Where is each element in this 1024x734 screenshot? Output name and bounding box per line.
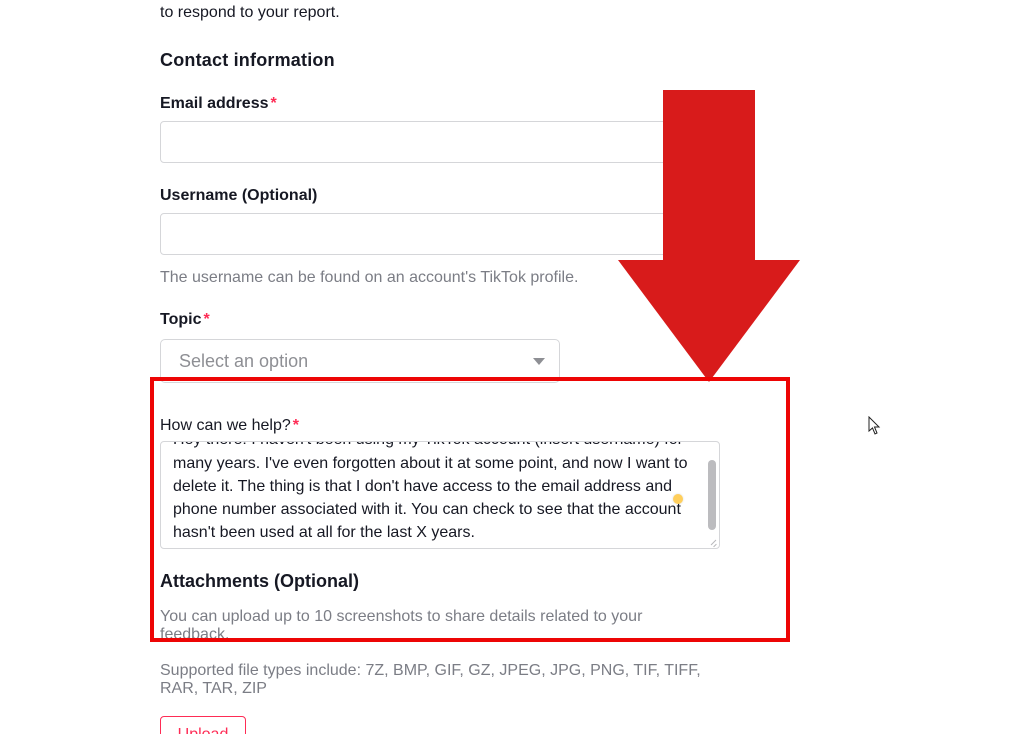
topic-select[interactable]: Select an option — [160, 339, 560, 383]
topic-field-block: Topic* Select an option — [160, 311, 726, 383]
username-input[interactable] — [160, 213, 720, 255]
email-label: Email address — [160, 95, 269, 113]
topic-label: Topic — [160, 311, 201, 329]
topic-select-placeholder: Select an option — [179, 351, 308, 372]
help-textarea-wrap: Hey there! I haven't been using my TikTo… — [160, 441, 720, 549]
username-hint: The username can be found on an account'… — [160, 269, 726, 287]
email-input[interactable] — [160, 121, 720, 163]
username-field-block: Username (Optional) The username can be … — [160, 187, 726, 287]
attachments-supported: Supported file types include: 7Z, BMP, G… — [160, 662, 720, 698]
upload-button[interactable]: Upload — [160, 716, 246, 734]
required-marker: * — [203, 311, 209, 328]
required-marker: * — [293, 417, 299, 434]
email-field-block: Email address* — [160, 95, 726, 163]
contact-heading: Contact information — [160, 50, 726, 71]
attachments-title: Attachments (Optional) — [160, 571, 726, 592]
attachments-hint: You can upload up to 10 screenshots to s… — [160, 608, 700, 644]
textarea-resize-handle[interactable] — [707, 536, 717, 546]
help-textarea[interactable]: Hey there! I haven't been using my TikTo… — [161, 441, 705, 549]
username-label: Username (Optional) — [160, 187, 317, 205]
help-label: How can we help? — [160, 417, 291, 435]
mouse-cursor-icon — [868, 416, 882, 436]
help-field-block: How can we help?* Hey there! I haven't b… — [160, 417, 726, 549]
textarea-scrollbar[interactable] — [708, 460, 716, 530]
intro-text: to respond to your report. — [160, 2, 726, 24]
chevron-down-icon — [533, 358, 545, 365]
required-marker: * — [271, 95, 277, 112]
